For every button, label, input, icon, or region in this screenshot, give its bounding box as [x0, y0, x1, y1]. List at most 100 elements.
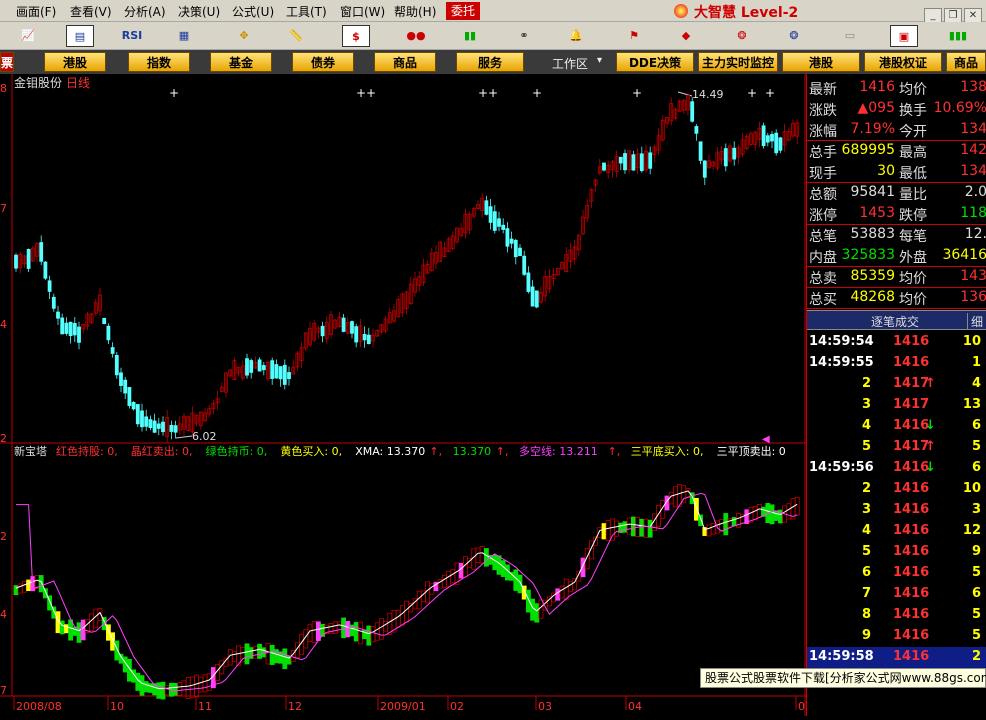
- trade-time: 14:59:56: [809, 460, 874, 475]
- binoculars-icon[interactable]: ⚭: [510, 25, 538, 47]
- trade-row[interactable]: 14:59:56 1416 ↓ 6: [807, 458, 986, 479]
- tower-bar: [450, 569, 456, 584]
- trade-row[interactable]: 14:59:58 1416 2: [807, 647, 986, 668]
- nav-hk-warrants[interactable]: 港股权证: [864, 52, 942, 72]
- svg-text:++: ++: [478, 86, 498, 100]
- entrust-button[interactable]: 委托: [446, 2, 480, 20]
- quote-label: 均价: [899, 82, 927, 98]
- bars-icon[interactable]: ▮▮: [456, 25, 484, 47]
- trade-row[interactable]: 2 1417 ↑ 4: [807, 374, 986, 395]
- menu-view[interactable]: 查看(V): [70, 3, 112, 20]
- trade-row[interactable]: 6 1416 5: [807, 563, 986, 584]
- rsi-button[interactable]: RSI: [118, 25, 146, 47]
- trade-row[interactable]: 8 1416 5: [807, 605, 986, 626]
- trade-row[interactable]: 14:59:54 1416 10: [807, 332, 986, 353]
- long-short-line: [16, 492, 798, 692]
- main-y-tick: 2: [0, 432, 7, 445]
- swirl-icon[interactable]: ❂: [728, 25, 756, 47]
- menu-window[interactable]: 窗口(W): [340, 3, 385, 20]
- quote-value: 134: [960, 121, 986, 137]
- quote-row: 总卖 85359 均价 143: [807, 267, 986, 288]
- nav-index[interactable]: 指数: [128, 52, 190, 72]
- tower-bar: [559, 585, 565, 599]
- brand-logo-icon: [674, 4, 688, 18]
- tower-bar: [530, 598, 535, 621]
- nav-commodity[interactable]: 商品: [374, 52, 436, 72]
- nav-service[interactable]: 服务: [456, 52, 524, 72]
- alarm-icon[interactable]: 🔔: [562, 25, 590, 47]
- menu-screen[interactable]: 画面(F): [16, 3, 56, 20]
- trade-time: 2: [861, 481, 871, 496]
- menu-bar: 画面(F) 查看(V) 分析(A) 决策(U) 公式(U) 工具(T) 窗口(W…: [0, 0, 986, 24]
- trade-row[interactable]: 9 1416 5: [807, 626, 986, 647]
- quote-value: 136: [960, 289, 986, 305]
- tick-header-detail[interactable]: 细: [967, 313, 983, 330]
- globe-icon[interactable]: ❂: [780, 25, 808, 47]
- arrow-up-icon: ↑: [925, 376, 936, 391]
- menu-analysis[interactable]: 分析(A): [124, 3, 166, 20]
- trade-row[interactable]: 14:59:55 1416 1: [807, 353, 986, 374]
- quote-value: 143: [960, 268, 986, 284]
- menu-help[interactable]: 帮助(H): [394, 3, 436, 20]
- nav-hk-stocks[interactable]: 港股: [44, 52, 106, 72]
- trade-volume: 4: [971, 376, 981, 391]
- trade-row[interactable]: 5 1416 9: [807, 542, 986, 563]
- tray-icon[interactable]: ▭: [836, 25, 864, 47]
- tower-bar: [265, 642, 271, 665]
- trade-row[interactable]: 7 1416 6: [807, 584, 986, 605]
- nav-bond[interactable]: 债券: [292, 52, 354, 72]
- ruler-icon[interactable]: 📏: [282, 25, 310, 47]
- trade-price: 1416: [893, 544, 930, 559]
- nav-main-monitor[interactable]: 主力实时监控: [698, 52, 778, 72]
- tower-bar: [269, 644, 275, 665]
- trade-row[interactable]: 3 1417 13: [807, 395, 986, 416]
- chart-area[interactable]: 金钼股份 日线 8 7 4 2 14.49 6.02 + ++ ++ + + +…: [0, 74, 812, 716]
- tower-bar: [349, 624, 355, 637]
- tower-bar: [504, 564, 510, 581]
- workspace-dropdown-icon[interactable]: ▾: [597, 55, 602, 66]
- trade-volume: 13: [962, 397, 981, 412]
- workspace-label[interactable]: 工作区: [552, 55, 588, 72]
- grid-icon[interactable]: ▦: [170, 25, 198, 47]
- flag-icon[interactable]: ⚑: [620, 25, 648, 47]
- dollar-button[interactable]: $: [342, 25, 370, 47]
- nav-fund[interactable]: 基金: [210, 52, 272, 72]
- trade-row[interactable]: 5 1417 ↑ 5: [807, 437, 986, 458]
- menu-formula[interactable]: 公式(U): [232, 3, 274, 20]
- trade-row[interactable]: 4 1416 ↓ 6: [807, 416, 986, 437]
- nav-first-tab[interactable]: 票: [0, 52, 14, 72]
- traffic-light-icon[interactable]: ●●: [402, 25, 430, 47]
- ind-y-tick: 4: [0, 608, 7, 621]
- books-icon[interactable]: ▮▮▮: [944, 25, 972, 47]
- tick-header[interactable]: 逐笔成交 细: [807, 310, 986, 330]
- panel-icon[interactable]: ▣: [890, 25, 918, 47]
- date-label: 04: [628, 700, 642, 713]
- xma-line: [15, 490, 798, 690]
- chart-canvas[interactable]: 金钼股份 日线 8 7 4 2 14.49 6.02 + ++ ++ + + +…: [0, 74, 812, 716]
- quote-label: 总额: [809, 187, 837, 203]
- menu-tools[interactable]: 工具(T): [286, 3, 327, 20]
- trade-price: 1416: [893, 418, 930, 433]
- tick-header-title: 逐笔成交: [871, 315, 920, 329]
- trade-row[interactable]: 2 1416 10: [807, 479, 986, 500]
- indicator-legend-item: ↑,: [608, 445, 621, 458]
- trade-time: 6: [861, 565, 871, 580]
- ad-banner[interactable]: 股票公式股票软件下载[分析家公式网www.88gs.com]: [700, 668, 986, 688]
- kline-icon[interactable]: ▤: [66, 25, 94, 47]
- trade-row[interactable]: 4 1416 12: [807, 521, 986, 542]
- nav-dde[interactable]: DDE决策: [616, 52, 694, 72]
- tower-bar: [194, 674, 200, 698]
- nav-hk-stocks-2[interactable]: 港股: [782, 52, 860, 72]
- nav-commodity-2[interactable]: 商品: [946, 52, 986, 72]
- tower-bar: [164, 685, 170, 696]
- tower-bar: [723, 513, 729, 536]
- menu-decision[interactable]: 决策(U): [178, 3, 220, 20]
- quote-value: 36416: [942, 247, 986, 263]
- diamond-icon[interactable]: ◆: [672, 25, 700, 47]
- svg-text:+: +: [747, 86, 757, 100]
- move-icon[interactable]: ✥: [230, 25, 258, 47]
- line-chart-icon[interactable]: 📈: [14, 25, 42, 47]
- svg-text:+: +: [765, 86, 775, 100]
- trade-row[interactable]: 3 1416 3: [807, 500, 986, 521]
- trade-price: 1416: [893, 565, 930, 580]
